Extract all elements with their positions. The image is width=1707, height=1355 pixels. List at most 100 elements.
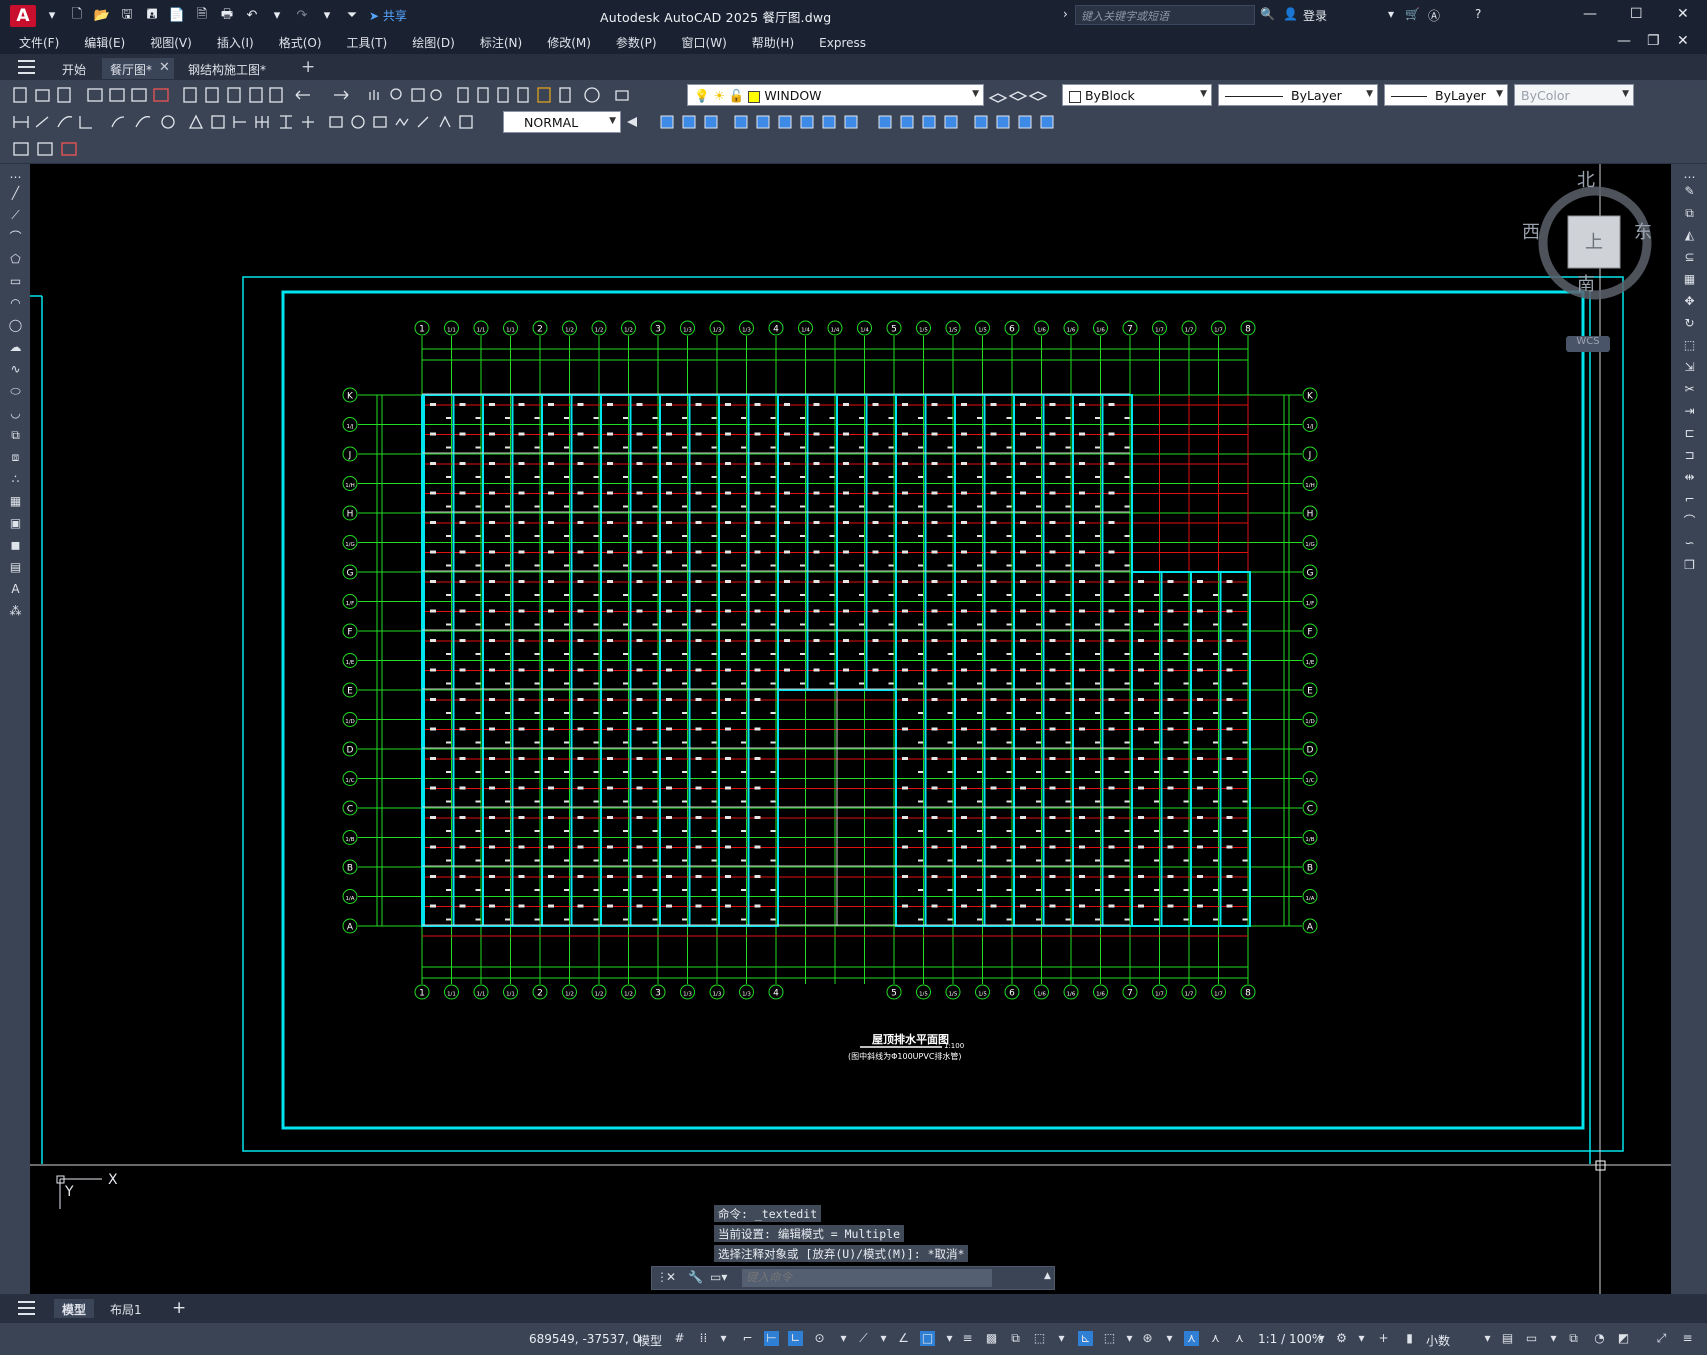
blend-tool-icon[interactable]: ∽ bbox=[1682, 536, 1697, 551]
snap-dropdown-icon[interactable]: ▾ bbox=[716, 1331, 731, 1346]
minimize-icon[interactable]: — bbox=[1583, 6, 1597, 22]
fillet-tool-icon[interactable]: ⌒ bbox=[1682, 514, 1697, 529]
insert-block-tool-icon[interactable]: ⧉ bbox=[8, 428, 23, 443]
menu-edit[interactable]: 编辑(E) bbox=[84, 34, 125, 51]
search-icon[interactable]: 🔍 bbox=[1260, 7, 1275, 21]
add-selected-tool-icon[interactable]: ⁂ bbox=[8, 604, 23, 619]
lineweight-dropdown[interactable]: ByLayer ▼ bbox=[1384, 84, 1508, 106]
command-customize-icon[interactable]: 🔧 bbox=[688, 1270, 703, 1284]
workspace-dropdown-icon[interactable]: ▾ bbox=[1354, 1331, 1369, 1346]
autodesk-account-icon[interactable]: Ⓐ bbox=[1428, 7, 1440, 24]
tab-layout1[interactable]: 布局1 bbox=[102, 1299, 150, 1318]
array-tool-icon[interactable]: ▦ bbox=[1682, 272, 1697, 287]
object-snap-dropdown-icon[interactable]: ▾ bbox=[942, 1331, 957, 1346]
break-point-tool-icon[interactable]: ⊏ bbox=[1682, 426, 1697, 441]
viewcube-west[interactable]: 西 bbox=[1522, 218, 1540, 244]
redo-dropdown-icon[interactable]: ▾ bbox=[318, 7, 336, 25]
3d-osnap-icon[interactable]: ⬚ bbox=[1032, 1331, 1047, 1346]
xline-tool-icon[interactable]: ⟋ bbox=[8, 208, 23, 223]
spline-tool-icon[interactable]: ∿ bbox=[8, 362, 23, 377]
menu-express[interactable]: Express bbox=[819, 36, 866, 50]
wcs-menu[interactable]: WCS bbox=[1566, 336, 1610, 352]
tab-close-icon[interactable]: ✕ bbox=[159, 60, 170, 75]
rotate-tool-icon[interactable]: ↻ bbox=[1682, 316, 1697, 331]
filter-dropdown-icon[interactable]: ▾ bbox=[1122, 1331, 1137, 1346]
isodraft-icon[interactable]: ⊙ bbox=[812, 1331, 827, 1346]
ellipse-tool-icon[interactable]: ⬭ bbox=[8, 384, 23, 399]
model-space-toggle[interactable]: 模型 bbox=[638, 1332, 662, 1349]
layer-dropdown[interactable]: 💡 ☀ 🔓 WINDOW ▼ bbox=[687, 84, 984, 106]
viewcube-south[interactable]: 南 bbox=[1577, 270, 1595, 296]
selection-filter-icon[interactable]: ⬚ bbox=[1102, 1331, 1117, 1346]
units-dropdown-icon[interactable]: ▾ bbox=[1480, 1331, 1495, 1346]
annotation-visibility-icon[interactable]: ⋏ bbox=[1184, 1331, 1199, 1346]
save-icon[interactable]: 🖫 bbox=[118, 7, 136, 25]
menu-help[interactable]: 帮助(H) bbox=[752, 34, 794, 51]
doc-close-icon[interactable]: ✕ bbox=[1677, 33, 1689, 49]
annotation-scale-dropdown-icon[interactable]: ▾ bbox=[1314, 1331, 1329, 1346]
help-icon[interactable]: ? bbox=[1475, 7, 1481, 21]
command-recent-icon[interactable]: ▭▾ bbox=[710, 1270, 727, 1284]
transparency-icon[interactable]: ▩ bbox=[984, 1331, 999, 1346]
tab-steel-structure[interactable]: 钢结构施工图* bbox=[180, 58, 274, 79]
stretch-tool-icon[interactable]: ⇲ bbox=[1682, 360, 1697, 375]
menu-draw[interactable]: 绘图(D) bbox=[412, 34, 455, 51]
viewcube-north[interactable]: 北 bbox=[1577, 166, 1595, 192]
revcloud-tool-icon[interactable]: ☁ bbox=[8, 340, 23, 355]
selection-cycling-icon[interactable]: ⧉ bbox=[1008, 1331, 1023, 1346]
publish-icon[interactable]: 📄 bbox=[168, 7, 186, 25]
menu-window[interactable]: 窗口(W) bbox=[682, 34, 727, 51]
menu-tools[interactable]: 工具(T) bbox=[347, 34, 388, 51]
break-tool-icon[interactable]: ⊐ bbox=[1682, 448, 1697, 463]
line-tool-icon[interactable]: ╱ bbox=[8, 186, 23, 201]
plot-preview-icon[interactable]: 🗎 bbox=[193, 7, 211, 25]
add-layout-plus-icon[interactable]: + bbox=[164, 1296, 194, 1318]
new-tab-plus-icon[interactable]: + bbox=[301, 57, 315, 77]
extend-tool-icon[interactable]: ⇥ bbox=[1682, 404, 1697, 419]
angle-icon[interactable]: ∠ bbox=[896, 1331, 911, 1346]
login-link[interactable]: 登录 bbox=[1303, 7, 1327, 24]
cart-icon[interactable]: 🛒 bbox=[1405, 7, 1420, 21]
lock-ui-dropdown-icon[interactable]: ▾ bbox=[1546, 1331, 1561, 1346]
lock-ui-icon[interactable]: ▭ bbox=[1524, 1331, 1539, 1346]
mirror-tool-icon[interactable]: ◭ bbox=[1682, 228, 1697, 243]
rectangle-tool-icon[interactable]: ▭ bbox=[8, 274, 23, 289]
chamfer-tool-icon[interactable]: ⌐ bbox=[1682, 492, 1697, 507]
text-tool-icons[interactable] bbox=[12, 140, 84, 158]
object-snap-icon[interactable]: □ bbox=[920, 1331, 935, 1346]
menu-parametric[interactable]: 参数(P) bbox=[616, 34, 657, 51]
3d-osnap-dropdown-icon[interactable]: ▾ bbox=[1054, 1331, 1069, 1346]
ellipse-arc-tool-icon[interactable]: ◡ bbox=[8, 406, 23, 421]
offset-tool-icon[interactable]: ⊆ bbox=[1682, 250, 1697, 265]
standard-tool-icons[interactable] bbox=[12, 86, 682, 104]
point-tool-icon[interactable]: ∴ bbox=[8, 472, 23, 487]
print-icon[interactable]: 🖶 bbox=[218, 7, 236, 25]
hatch-tool-icon[interactable]: ▦ bbox=[8, 494, 23, 509]
object-snap-tracking-icon[interactable]: ⟋ bbox=[856, 1331, 871, 1346]
clean-screen-icon[interactable]: ⤢ bbox=[1654, 1331, 1669, 1346]
polar-icon[interactable]: ∟ bbox=[788, 1331, 803, 1346]
maximize-icon[interactable]: ☐ bbox=[1630, 6, 1643, 22]
trim-tool-icon[interactable]: ✂ bbox=[1682, 382, 1697, 397]
share-button[interactable]: ➤ 共享 bbox=[369, 7, 407, 24]
circle-tool-icon[interactable]: ◯ bbox=[8, 318, 23, 333]
logo-dropdown-icon[interactable]: ▾ bbox=[43, 7, 61, 25]
tab-start[interactable]: 开始 bbox=[54, 58, 94, 79]
undo-icon[interactable]: ↶ bbox=[243, 7, 261, 25]
user-icon[interactable]: 👤 bbox=[1283, 7, 1298, 21]
command-close-icon[interactable]: ✕ bbox=[666, 1270, 676, 1284]
redo-icon[interactable]: ↷ bbox=[293, 7, 311, 25]
units-icon[interactable]: ▮ bbox=[1402, 1331, 1417, 1346]
menu-view[interactable]: 视图(V) bbox=[150, 34, 192, 51]
scale-tool-icon[interactable]: ⬚ bbox=[1682, 338, 1697, 353]
quick-properties-icon[interactable]: ▤ bbox=[1500, 1331, 1515, 1346]
menu-dimension[interactable]: 标注(N) bbox=[480, 34, 522, 51]
isolate-objects-icon[interactable]: ⧉ bbox=[1566, 1331, 1581, 1346]
tab-model[interactable]: 模型 bbox=[54, 1299, 95, 1318]
undo-dropdown-icon[interactable]: ▾ bbox=[268, 7, 286, 25]
doc-restore-icon[interactable]: ❐ bbox=[1647, 33, 1660, 49]
grid-icon[interactable]: # bbox=[672, 1331, 687, 1346]
menu-modify[interactable]: 修改(M) bbox=[547, 34, 591, 51]
linetype-dropdown[interactable]: ByLayer ▼ bbox=[1218, 84, 1378, 106]
explode-tool-icon[interactable]: ❒ bbox=[1682, 558, 1697, 573]
